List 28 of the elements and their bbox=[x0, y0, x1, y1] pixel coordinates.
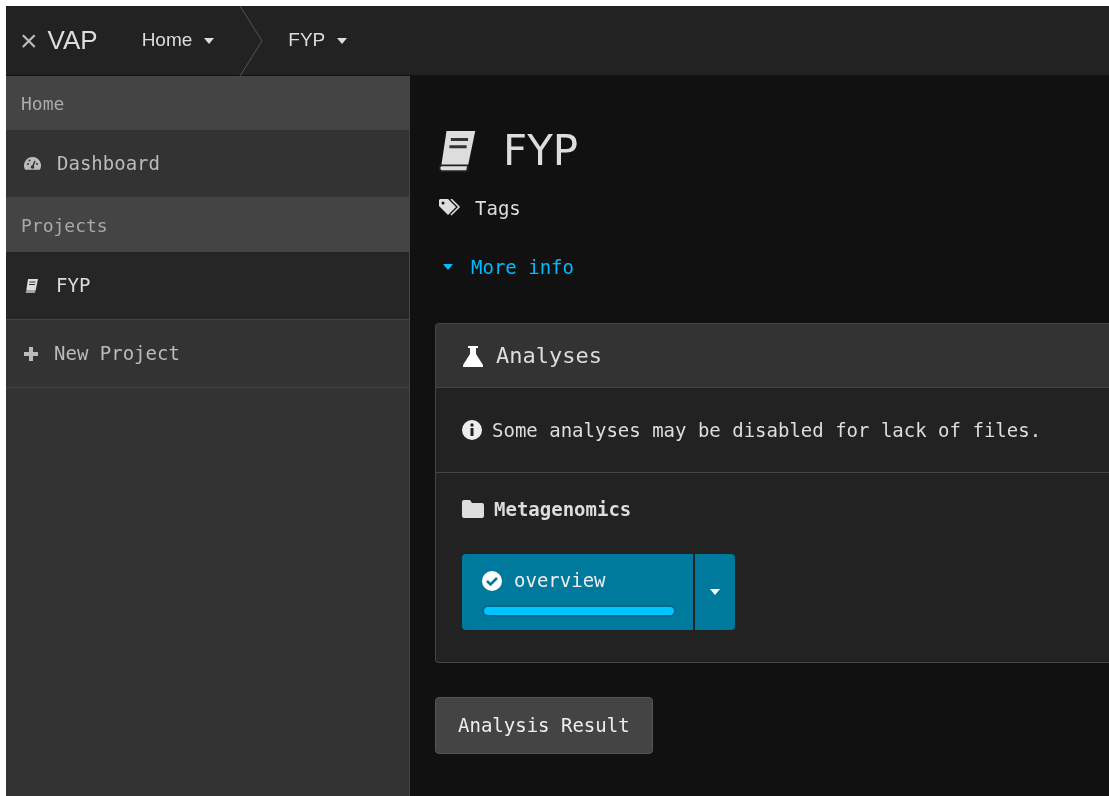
panel-title: Analyses bbox=[496, 342, 602, 370]
dashboard-icon bbox=[24, 156, 41, 171]
sidebar-header: Home bbox=[6, 76, 409, 130]
tags-icon bbox=[439, 199, 463, 218]
sidebar-header: Projects bbox=[6, 198, 409, 252]
caret-icon bbox=[337, 37, 348, 44]
caret-icon bbox=[443, 263, 453, 270]
caret-icon bbox=[204, 37, 215, 44]
flask-icon bbox=[462, 344, 484, 367]
more-info-toggle[interactable]: More info bbox=[443, 252, 574, 281]
close-button[interactable]: × bbox=[20, 25, 38, 56]
group-name: Metagenomics bbox=[494, 497, 632, 522]
info-icon bbox=[462, 420, 482, 440]
dropdown-toggle[interactable] bbox=[695, 553, 735, 630]
brand-name: VAP bbox=[47, 24, 98, 57]
breadcrumb-separator-icon bbox=[238, 5, 265, 76]
notice-text: Some analyses may be disabled for lack of files. bbox=[492, 417, 1042, 443]
sidebar-item[interactable]: FYP bbox=[6, 252, 409, 320]
project-title: FYP bbox=[503, 130, 579, 172]
tags-label: Tags bbox=[475, 196, 521, 221]
caret-icon bbox=[710, 588, 720, 595]
analysis-result-button[interactable]: Analysis Result bbox=[435, 696, 653, 754]
breadcrumb-dropdown[interactable]: FYP bbox=[288, 26, 348, 55]
folder-icon bbox=[462, 500, 484, 519]
breadcrumb-dropdown[interactable]: Home bbox=[141, 26, 215, 55]
book-icon bbox=[24, 277, 40, 294]
analysis-button[interactable]: overview bbox=[462, 553, 693, 630]
plus-icon bbox=[24, 346, 38, 361]
